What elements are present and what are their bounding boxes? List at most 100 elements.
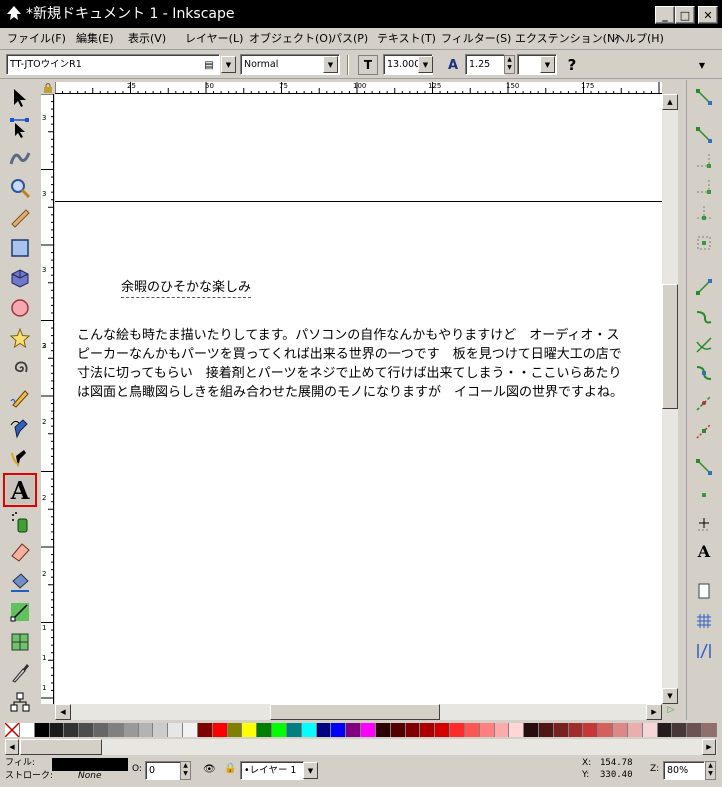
fill-indicator[interactable]	[52, 758, 128, 771]
color-swatch[interactable]	[390, 723, 406, 737]
snap-paths-icon[interactable]	[692, 306, 716, 328]
snap-nodes-icon[interactable]	[692, 276, 716, 298]
minimize-button[interactable]: _	[655, 6, 675, 24]
scroll-left-arrow-icon[interactable]: ◀	[55, 704, 71, 720]
calligraphy-icon[interactable]	[6, 444, 34, 472]
color-swatch[interactable]	[331, 723, 347, 737]
3d-box-icon[interactable]	[6, 264, 34, 292]
color-swatch[interactable]	[627, 723, 643, 737]
scroll-up-arrow-icon[interactable]: ▲	[662, 94, 678, 110]
selector-icon[interactable]	[6, 84, 34, 112]
color-swatch[interactable]	[257, 723, 273, 737]
color-swatch[interactable]	[509, 723, 525, 737]
palette-scroll-right-arrow-icon[interactable]: ▶	[702, 739, 716, 755]
drawing-canvas[interactable]: 余暇のひそかな楽しみ こんな絵も時たま描いたりしてます。パソコンの自作なんかもや…	[55, 94, 662, 704]
tweak-icon[interactable]	[6, 144, 34, 172]
font-size-dropdown-arrow[interactable]: ▼	[418, 56, 433, 73]
snap-path-intersections-icon[interactable]	[692, 334, 716, 356]
snap-bbox-edges-icon[interactable]	[692, 150, 716, 172]
font-family-input[interactable]: TT-JTOウインR1	[6, 54, 220, 75]
palette-scroll-left-arrow-icon[interactable]: ◀	[5, 739, 19, 755]
zoom-spinner[interactable]: ▲ ▼	[705, 761, 716, 780]
pencil-icon[interactable]	[6, 384, 34, 412]
snap-object-centers-icon[interactable]	[692, 484, 716, 506]
font-family-dropdown-arrow[interactable]: ▼	[221, 56, 236, 73]
spiral-icon[interactable]	[6, 354, 34, 382]
menu-object[interactable]: オブジェクト(O)	[249, 31, 332, 46]
measure-icon[interactable]	[6, 204, 34, 232]
snap-cusp-nodes-icon[interactable]	[692, 362, 716, 384]
rectangle-icon[interactable]	[6, 234, 34, 262]
scroll-right-arrow-icon[interactable]: ▶	[646, 704, 662, 720]
connector-icon[interactable]	[6, 688, 34, 716]
color-swatch[interactable]	[272, 723, 287, 737]
menu-view[interactable]: 表示(V)	[128, 31, 166, 46]
snap-bbox-icon[interactable]	[692, 124, 716, 146]
no-paint-swatch[interactable]	[5, 723, 20, 737]
vertical-scrollbar[interactable]: ▲ ▼	[662, 94, 678, 704]
color-swatch[interactable]	[702, 723, 717, 737]
snap-bbox-corners-icon[interactable]	[692, 176, 716, 198]
menu-file[interactable]: ファイル(F)	[7, 31, 66, 46]
paint-bucket-icon[interactable]	[6, 568, 34, 596]
horizontal-ruler[interactable]: 25 50 75 100 125 150 175	[55, 82, 662, 94]
snap-line-midpoints-icon[interactable]	[692, 420, 716, 442]
color-swatch[interactable]	[538, 723, 554, 737]
snap-smooth-nodes-icon[interactable]	[692, 392, 716, 414]
color-swatch[interactable]	[494, 723, 510, 737]
color-swatch[interactable]	[361, 723, 376, 737]
color-swatch[interactable]	[79, 723, 95, 737]
scroll-down-arrow-icon[interactable]: ▼	[662, 688, 678, 704]
opacity-spinner[interactable]: ▲ ▼	[180, 761, 191, 780]
color-swatch[interactable]	[212, 723, 228, 737]
lock-icon[interactable]: 🔒	[224, 763, 236, 774]
color-swatch[interactable]	[64, 723, 80, 737]
color-swatch[interactable]	[479, 723, 495, 737]
color-swatch[interactable]	[316, 723, 332, 737]
color-swatch[interactable]	[34, 723, 50, 737]
mesh-icon[interactable]	[6, 628, 34, 656]
color-swatch[interactable]	[227, 723, 243, 737]
color-swatch[interactable]	[49, 723, 65, 737]
color-swatch[interactable]	[524, 723, 539, 737]
color-swatch[interactable]	[123, 723, 139, 737]
line-spacing-unit-dropdown-arrow[interactable]: ▼	[540, 56, 555, 73]
menu-path[interactable]: パス(P)	[331, 31, 368, 46]
spray-icon[interactable]	[6, 508, 34, 536]
stroke-indicator[interactable]: None	[78, 771, 101, 782]
snap-grid-icon[interactable]	[692, 610, 716, 632]
color-swatch[interactable]	[687, 723, 703, 737]
font-list-icon[interactable]: ▤	[202, 55, 216, 75]
vertical-scroll-thumb[interactable]	[662, 284, 678, 409]
color-swatch[interactable]	[375, 723, 391, 737]
close-button[interactable]: ✕	[698, 6, 718, 24]
zoom-icon[interactable]	[6, 174, 34, 202]
horizontal-scrollbar[interactable]: ◀ ▶	[55, 704, 662, 720]
color-swatch[interactable]	[94, 723, 109, 737]
color-swatch[interactable]	[138, 723, 154, 737]
ellipse-icon[interactable]	[6, 294, 34, 322]
maximize-button[interactable]: □	[675, 6, 695, 24]
dropper-icon[interactable]	[6, 658, 34, 686]
line-spacing-spinner[interactable]: ▲ ▼	[504, 55, 515, 74]
color-swatch[interactable]	[153, 723, 169, 737]
canvas-heading-text[interactable]: 余暇のひそかな楽しみ	[121, 279, 252, 298]
color-swatch[interactable]	[657, 723, 673, 737]
color-swatch[interactable]	[642, 723, 658, 737]
horizontal-scroll-thumb[interactable]	[270, 704, 440, 720]
canvas-body-text[interactable]: こんな絵も時たま描いたりしてます。パソコンの自作なんかもやりますけど オーディオ…	[77, 326, 662, 402]
node-icon[interactable]	[6, 114, 34, 142]
color-swatch[interactable]	[420, 723, 436, 737]
menu-edit[interactable]: 編集(E)	[76, 31, 114, 46]
color-swatch[interactable]	[583, 723, 599, 737]
color-swatch[interactable]	[435, 723, 451, 737]
color-swatch[interactable]	[464, 723, 480, 737]
color-swatch[interactable]	[183, 723, 198, 737]
color-swatch[interactable]	[197, 723, 213, 737]
font-style-dropdown-arrow[interactable]: ▼	[323, 56, 338, 73]
color-swatch[interactable]	[553, 723, 569, 737]
snap-page-border-icon[interactable]	[692, 580, 716, 602]
current-layer-select[interactable]: •レイヤー 1	[240, 761, 304, 780]
color-swatch[interactable]	[613, 723, 628, 737]
pen-icon[interactable]	[6, 414, 34, 442]
